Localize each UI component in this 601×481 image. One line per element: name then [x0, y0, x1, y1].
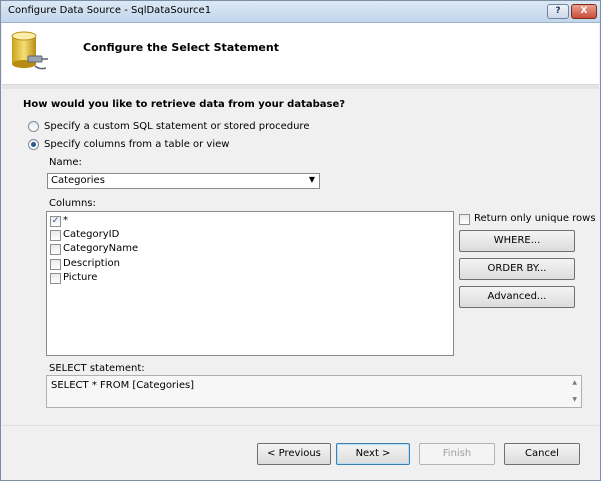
question-label: How would you like to retrieve data from… — [23, 99, 346, 110]
advanced-button[interactable]: Advanced... — [459, 286, 575, 308]
unique-rows-label[interactable]: Return only unique rows — [474, 213, 596, 224]
name-label: Name: — [49, 157, 82, 168]
list-item[interactable]: * — [63, 215, 68, 226]
finish-button[interactable]: Finish — [419, 443, 495, 465]
wizard-header: Configure the Select Statement — [2, 23, 599, 85]
close-button[interactable]: X — [571, 4, 597, 19]
column-checkbox[interactable]: ✓ — [50, 216, 61, 227]
unique-rows-checkbox[interactable] — [459, 214, 470, 225]
page-title: Configure the Select Statement — [83, 41, 279, 54]
custom-sql-label[interactable]: Specify a custom SQL statement or stored… — [44, 121, 309, 132]
list-item[interactable]: Description — [63, 258, 120, 269]
list-item[interactable]: CategoryID — [63, 229, 119, 240]
header-divider — [2, 85, 599, 89]
column-checkbox[interactable] — [50, 273, 61, 284]
footer-divider — [2, 425, 599, 426]
select-statement-field[interactable]: SELECT * FROM [Categories] ▲ ▼ — [46, 375, 582, 408]
title-bar[interactable]: Configure Data Source - SqlDataSource1 ?… — [1, 1, 600, 23]
cancel-button[interactable]: Cancel — [504, 443, 580, 465]
previous-button[interactable]: < Previous — [257, 443, 331, 465]
columns-label: Columns: — [49, 198, 96, 209]
help-button[interactable]: ? — [547, 4, 569, 19]
table-name-select[interactable]: Categories ▼ — [47, 173, 320, 189]
table-view-label[interactable]: Specify columns from a table or view — [44, 139, 229, 150]
dialog-window: Configure Data Source - SqlDataSource1 ?… — [0, 0, 601, 481]
column-checkbox[interactable] — [50, 259, 61, 270]
select-statement-label: SELECT statement: — [49, 363, 145, 374]
next-button[interactable]: Next > — [336, 443, 410, 465]
chevron-down-icon: ▼ — [308, 175, 315, 184]
window-title: Configure Data Source - SqlDataSource1 — [8, 5, 212, 16]
select-statement-value: SELECT * FROM [Categories] — [51, 380, 195, 391]
scroll-up-icon[interactable]: ▲ — [572, 379, 577, 386]
order-by-button[interactable]: ORDER BY... — [459, 258, 575, 280]
list-item[interactable]: CategoryName — [63, 243, 138, 254]
column-checkbox[interactable] — [50, 230, 61, 241]
database-icon — [11, 31, 48, 70]
column-checkbox[interactable] — [50, 244, 61, 255]
table-view-radio[interactable] — [28, 139, 39, 150]
list-item[interactable]: Picture — [63, 272, 97, 283]
custom-sql-radio[interactable] — [28, 121, 39, 132]
where-button[interactable]: WHERE... — [459, 230, 575, 252]
columns-list[interactable]: ✓ * CategoryID CategoryName Description … — [46, 211, 454, 356]
table-name-value: Categories — [51, 175, 105, 186]
scroll-down-icon[interactable]: ▼ — [572, 396, 577, 403]
